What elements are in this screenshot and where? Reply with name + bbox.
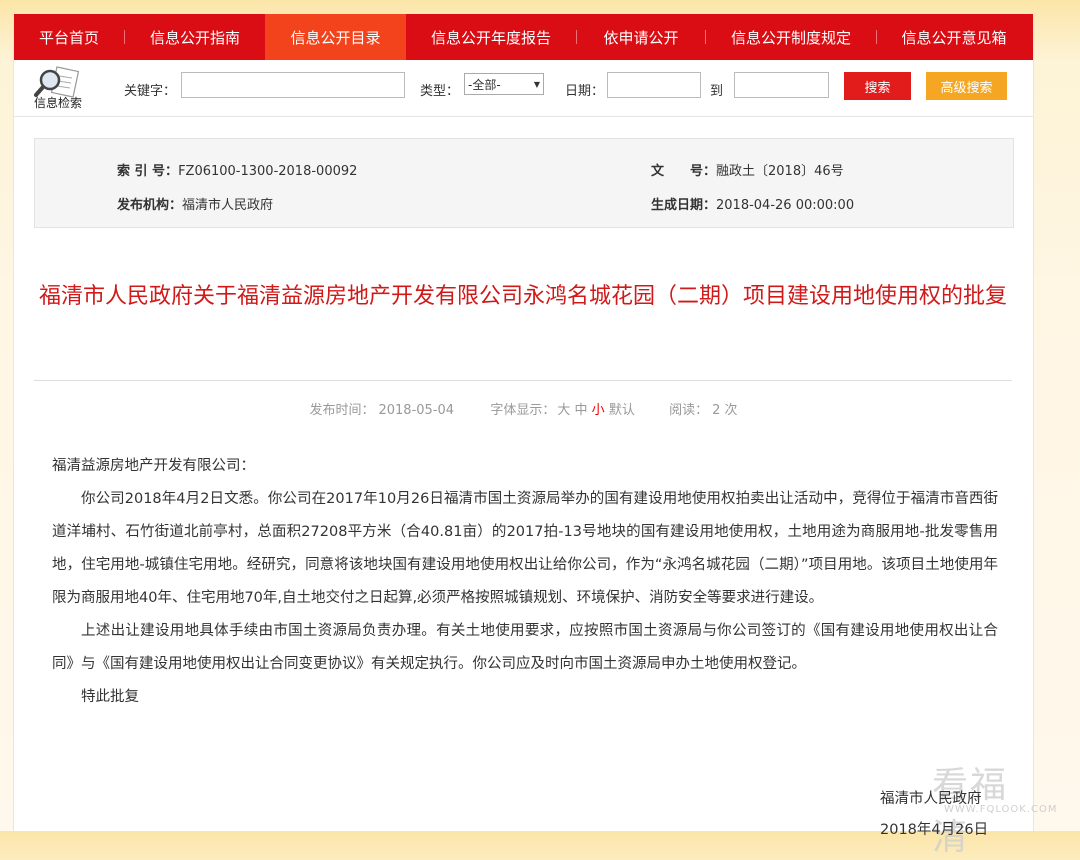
advanced-search-button[interactable]: 高级搜索 bbox=[926, 72, 1007, 100]
article-title: 福清市人民政府关于福清益源房地产开发有限公司永鸿名城花园（二期）项目建设用地使用… bbox=[38, 284, 1007, 309]
reads-label: 阅读： bbox=[669, 403, 709, 418]
search-logo-label: 信息检索 bbox=[34, 96, 83, 110]
page-container: 平台首页 信息公开指南 信息公开目录 信息公开年度报告 依申请公开 信息公开制度… bbox=[13, 14, 1057, 858]
meta-issuer-label: 发布机构： bbox=[117, 198, 183, 213]
type-label: 类型： bbox=[420, 84, 460, 99]
date-to-label: 到 bbox=[710, 84, 724, 99]
font-default-link[interactable]: 默认 bbox=[609, 403, 635, 418]
keyword-input[interactable] bbox=[181, 72, 405, 98]
nav-item-apply[interactable]: 依申请公开 bbox=[577, 14, 705, 60]
meta-docno-label: 文 号： bbox=[651, 164, 717, 179]
pub-time-value: 2018-05-04 bbox=[378, 403, 455, 418]
meta-date-value: 2018-04-26 00:00:00 bbox=[716, 198, 855, 213]
date-to-input[interactable] bbox=[734, 72, 829, 98]
signature: 福清市人民政府 bbox=[880, 791, 982, 807]
reads-value: 2 次 bbox=[712, 403, 738, 418]
meta-issuer-value: 福清市人民政府 bbox=[182, 198, 274, 213]
search-bar: 信息检索 关键字： 类型： -全部- ▼ 日期： 到 搜索 高级搜索 bbox=[14, 60, 1033, 117]
article-body: 福清益源房地产开发有限公司： 你公司2018年4月2日文悉。你公司在2017年1… bbox=[52, 450, 998, 714]
nav-label: 信息公开目录 bbox=[290, 28, 381, 47]
nav-item-feedback[interactable]: 信息公开意见箱 bbox=[877, 14, 1031, 60]
font-small-link[interactable]: 小 bbox=[592, 403, 605, 418]
chevron-down-icon: ▼ bbox=[533, 79, 540, 89]
type-select[interactable]: -全部- ▼ bbox=[464, 73, 544, 95]
paragraph-2: 上述出让建设用地具体手续由市国土资源局负责办理。有关土地使用要求，应按照市国土资… bbox=[52, 623, 998, 672]
closing: 特此批复 bbox=[81, 689, 139, 705]
type-selected-value: -全部- bbox=[468, 77, 501, 92]
publish-info: 发布时间： 2018-05-04 字体显示：大 中 小 默认 阅读： 2 次 bbox=[14, 399, 1033, 418]
font-large-link[interactable]: 大 bbox=[557, 403, 570, 418]
nav-item-regulations[interactable]: 信息公开制度规定 bbox=[706, 14, 876, 60]
signature-block: 福清市人民政府 2018年4月26日 bbox=[880, 784, 988, 846]
meta-index-label: 索 引 号： bbox=[117, 164, 179, 179]
meta-index: 索 引 号：FZ06100-1300-2018-00092 bbox=[117, 160, 357, 179]
keyword-label: 关键字： bbox=[124, 84, 177, 99]
nav-label: 依申请公开 bbox=[603, 28, 679, 47]
meta-docno: 文 号：融政土〔2018〕46号 bbox=[651, 160, 844, 179]
nav-item-home[interactable]: 平台首页 bbox=[14, 14, 124, 60]
date-from-input[interactable] bbox=[607, 72, 701, 98]
date-label: 日期： bbox=[565, 84, 605, 99]
nav-item-annual-report[interactable]: 信息公开年度报告 bbox=[406, 14, 576, 60]
nav-item-guide[interactable]: 信息公开指南 bbox=[125, 14, 265, 60]
pub-time-label: 发布时间： bbox=[309, 403, 375, 418]
meta-issuer: 发布机构：福清市人民政府 bbox=[117, 194, 273, 213]
document-meta: 索 引 号：FZ06100-1300-2018-00092 文 号：融政土〔20… bbox=[34, 138, 1014, 228]
meta-date: 生成日期：2018-04-26 00:00:00 bbox=[651, 194, 854, 213]
main-nav: 平台首页 信息公开指南 信息公开目录 信息公开年度报告 依申请公开 信息公开制度… bbox=[14, 14, 1033, 60]
title-divider bbox=[34, 380, 1012, 381]
salutation: 福清益源房地产开发有限公司： bbox=[52, 458, 255, 474]
nav-label: 信息公开制度规定 bbox=[730, 28, 851, 47]
meta-index-value: FZ06100-1300-2018-00092 bbox=[178, 164, 358, 179]
nav-label: 信息公开年度报告 bbox=[430, 28, 551, 47]
search-button[interactable]: 搜索 bbox=[844, 72, 911, 100]
paragraph-1: 你公司2018年4月2日文悉。你公司在2017年10月26日福清市国土资源局举办… bbox=[52, 491, 998, 606]
font-size-label: 字体显示： bbox=[490, 403, 556, 418]
font-medium-link[interactable]: 中 bbox=[575, 403, 588, 418]
meta-docno-value: 融政土〔2018〕46号 bbox=[716, 164, 844, 179]
meta-date-label: 生成日期： bbox=[651, 198, 717, 213]
nav-label: 信息公开指南 bbox=[149, 28, 240, 47]
nav-item-catalog[interactable]: 信息公开目录 bbox=[265, 14, 406, 60]
nav-label: 平台首页 bbox=[38, 28, 99, 47]
nav-label: 信息公开意见箱 bbox=[901, 28, 1007, 47]
